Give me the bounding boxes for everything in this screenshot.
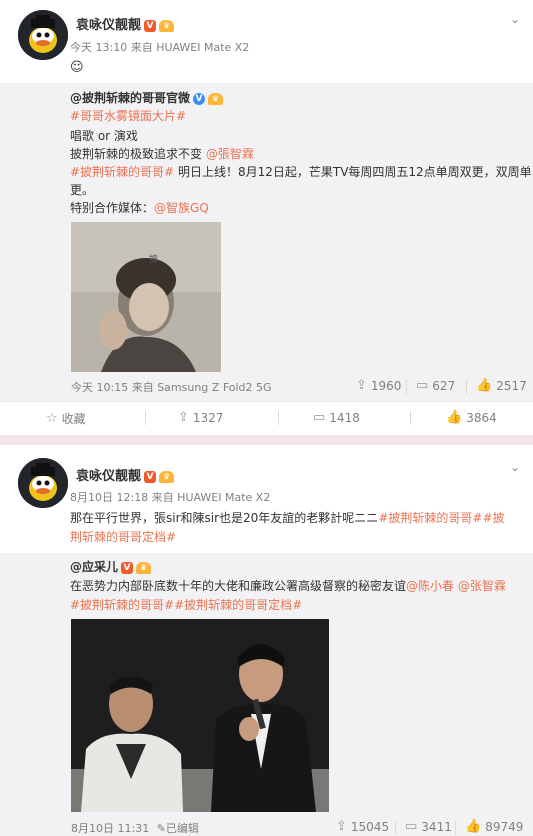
hashtag[interactable]: #披荆斩棘的哥哥# [378, 511, 482, 525]
text-span: 披荆斩棘的极致追求不变 [70, 147, 203, 161]
hashtag[interactable]: #披荆斩棘的哥哥##披荆斩棘的哥哥定档# [70, 598, 302, 612]
repost-author[interactable]: @应采儿 [70, 560, 118, 574]
repost-author-line: @应采儿 V ♛ [70, 557, 152, 577]
post-meta[interactable]: 今天 13:10 来自 HUAWEI Mate X2 [70, 39, 249, 55]
hashtag[interactable]: #披荆斩棘的哥哥# [70, 165, 174, 179]
forward-icon: ⇪ [336, 819, 347, 834]
verified-blue-icon: V [193, 93, 206, 105]
forward-count: 1327 [192, 410, 224, 425]
like-button[interactable]: 👍 3864 [446, 410, 497, 425]
post-text: ☺ [70, 60, 84, 75]
forward-icon: ⇪ [178, 410, 189, 425]
repost-text-line5: 更。 [70, 183, 95, 197]
vip-crown-icon: ♛ [136, 562, 152, 574]
repost-text-line4: #披荆斩棘的哥哥# 明日上线！8月12日起，芒果TV每周四周五12点单周双更，双… [70, 162, 532, 182]
star-icon: ☆ [46, 411, 58, 426]
post-image[interactable] [71, 619, 329, 812]
mention[interactable]: @張智霖 [206, 147, 254, 161]
edited-text: 已编辑 [165, 822, 199, 835]
repost-text-line1: #哥哥水雾镜面大片# [70, 106, 186, 126]
avatar[interactable] [18, 10, 68, 60]
repost-text-line1: 在恶势力内部卧底数十年的大佬和廉政公署高级督察的秘密友谊@陈小春 @张智霖 [70, 576, 506, 596]
count: 15045 [350, 819, 390, 834]
comment-icon: ▭ [313, 410, 326, 425]
count: 89749 [485, 819, 524, 834]
text-span: 明日上线！8月12日起，芒果TV每周四周五12点单周双更，双周单 [177, 165, 532, 179]
like-icon: 👍 [476, 378, 493, 393]
repost-text-line6: 特别合作媒体：@智族GQ [70, 198, 209, 218]
repost-forward[interactable]: ⇪ 1960 [356, 378, 401, 393]
chevron-down-icon[interactable]: ⌄ [510, 461, 520, 473]
like-icon: 👍 [446, 410, 463, 425]
count: 627 [432, 378, 456, 393]
text-span: 那在平行世界，張sir和陳sir也是20年友誼的老夥計呢ニニ [70, 511, 379, 525]
forward-button[interactable]: ⇪ 1327 [178, 410, 223, 425]
pencil-icon: ✎ [156, 822, 166, 835]
post-author-line: 袁咏仪靓靓 V ♛ [76, 14, 175, 33]
forward-icon: ⇪ [356, 378, 367, 393]
chevron-down-icon[interactable]: ⌄ [510, 13, 520, 25]
hashtag[interactable]: #披 [482, 511, 504, 525]
post-text-line1: 那在平行世界，張sir和陳sir也是20年友誼的老夥計呢ニニ#披荆斩棘的哥哥##… [70, 508, 505, 528]
verified-icon: V [144, 20, 157, 32]
divider [466, 380, 467, 394]
divider [410, 411, 411, 425]
divider [406, 380, 407, 394]
avatar[interactable] [18, 458, 68, 508]
count: 3411 [421, 819, 452, 834]
divider [395, 821, 396, 835]
count: 1960 [370, 378, 402, 393]
post-meta[interactable]: 8月10日 12:18 来自 HUAWEI Mate X2 [70, 489, 270, 505]
hashtag[interactable]: #哥哥水雾镜面大片# [70, 109, 186, 123]
repost-date[interactable]: 8月10日 11:31 [71, 822, 149, 835]
repost-forward[interactable]: ⇪ 15045 [336, 819, 389, 834]
text-span: 在恶势力内部卧底数十年的大佬和廉政公署高级督察的秘密友谊 [70, 579, 407, 593]
post-separator [0, 435, 533, 445]
repost-meta[interactable]: 今天 10:15 来自 Samsung Z Fold2 5G [71, 379, 272, 395]
svg-text:披: 披 [149, 253, 158, 265]
collect-label: 收藏 [61, 412, 86, 426]
divider [278, 411, 279, 425]
count: 2517 [496, 378, 527, 393]
repost-like[interactable]: 👍 89749 [465, 819, 523, 834]
vip-crown-icon: ♛ [159, 20, 175, 32]
verified-icon: V [144, 471, 157, 483]
repost-comment[interactable]: ▭ 627 [416, 378, 455, 393]
divider [455, 821, 456, 835]
post-text-line2: 荆斩棘的哥哥定档# [70, 527, 176, 547]
post-image[interactable]: 披 [71, 222, 221, 372]
comment-icon: ▭ [416, 378, 429, 393]
collect-button[interactable]: ☆ 收藏 [46, 410, 86, 427]
comment-count: 1418 [329, 410, 360, 425]
mention[interactable]: @陈小春 [406, 579, 454, 593]
vip-crown-icon: ♛ [159, 471, 175, 483]
repost-author-line: @披荆斩棘的哥哥官微 V ♛ [70, 88, 224, 108]
repost-text-line2: #披荆斩棘的哥哥##披荆斩棘的哥哥定档# [70, 595, 302, 615]
repost-text-line2: 唱歌 or 演戏 [70, 129, 138, 143]
divider [145, 411, 146, 425]
repost-like[interactable]: 👍 2517 [476, 378, 527, 393]
repost-comment[interactable]: ▭ 3411 [405, 819, 452, 834]
hashtag[interactable]: 荆斩棘的哥哥定档# [70, 530, 176, 544]
repost-author[interactable]: @披荆斩棘的哥哥官微 [70, 91, 190, 105]
vip-crown-icon: ♛ [208, 93, 224, 105]
like-icon: 👍 [465, 819, 482, 834]
repost-text-line3: 披荆斩棘的极致追求不变 @張智霖 [70, 144, 254, 164]
comment-icon: ▭ [405, 819, 418, 834]
author-name[interactable]: 袁咏仪靓靓 [76, 469, 141, 484]
author-name[interactable]: 袁咏仪靓靓 [76, 18, 141, 33]
comment-button[interactable]: ▭ 1418 [313, 410, 360, 425]
mention[interactable]: @智族GQ [154, 201, 209, 215]
mention[interactable]: @张智霖 [458, 579, 506, 593]
verified-icon: V [121, 562, 134, 574]
like-count: 3864 [466, 410, 497, 425]
text-span: 特别合作媒体： [70, 201, 155, 215]
post-author-line: 袁咏仪靓靓 V ♛ [76, 465, 175, 484]
repost-meta[interactable]: 8月10日 11:31 ✎已编辑 [71, 820, 199, 836]
edited-label: ✎已编辑 [157, 822, 199, 835]
